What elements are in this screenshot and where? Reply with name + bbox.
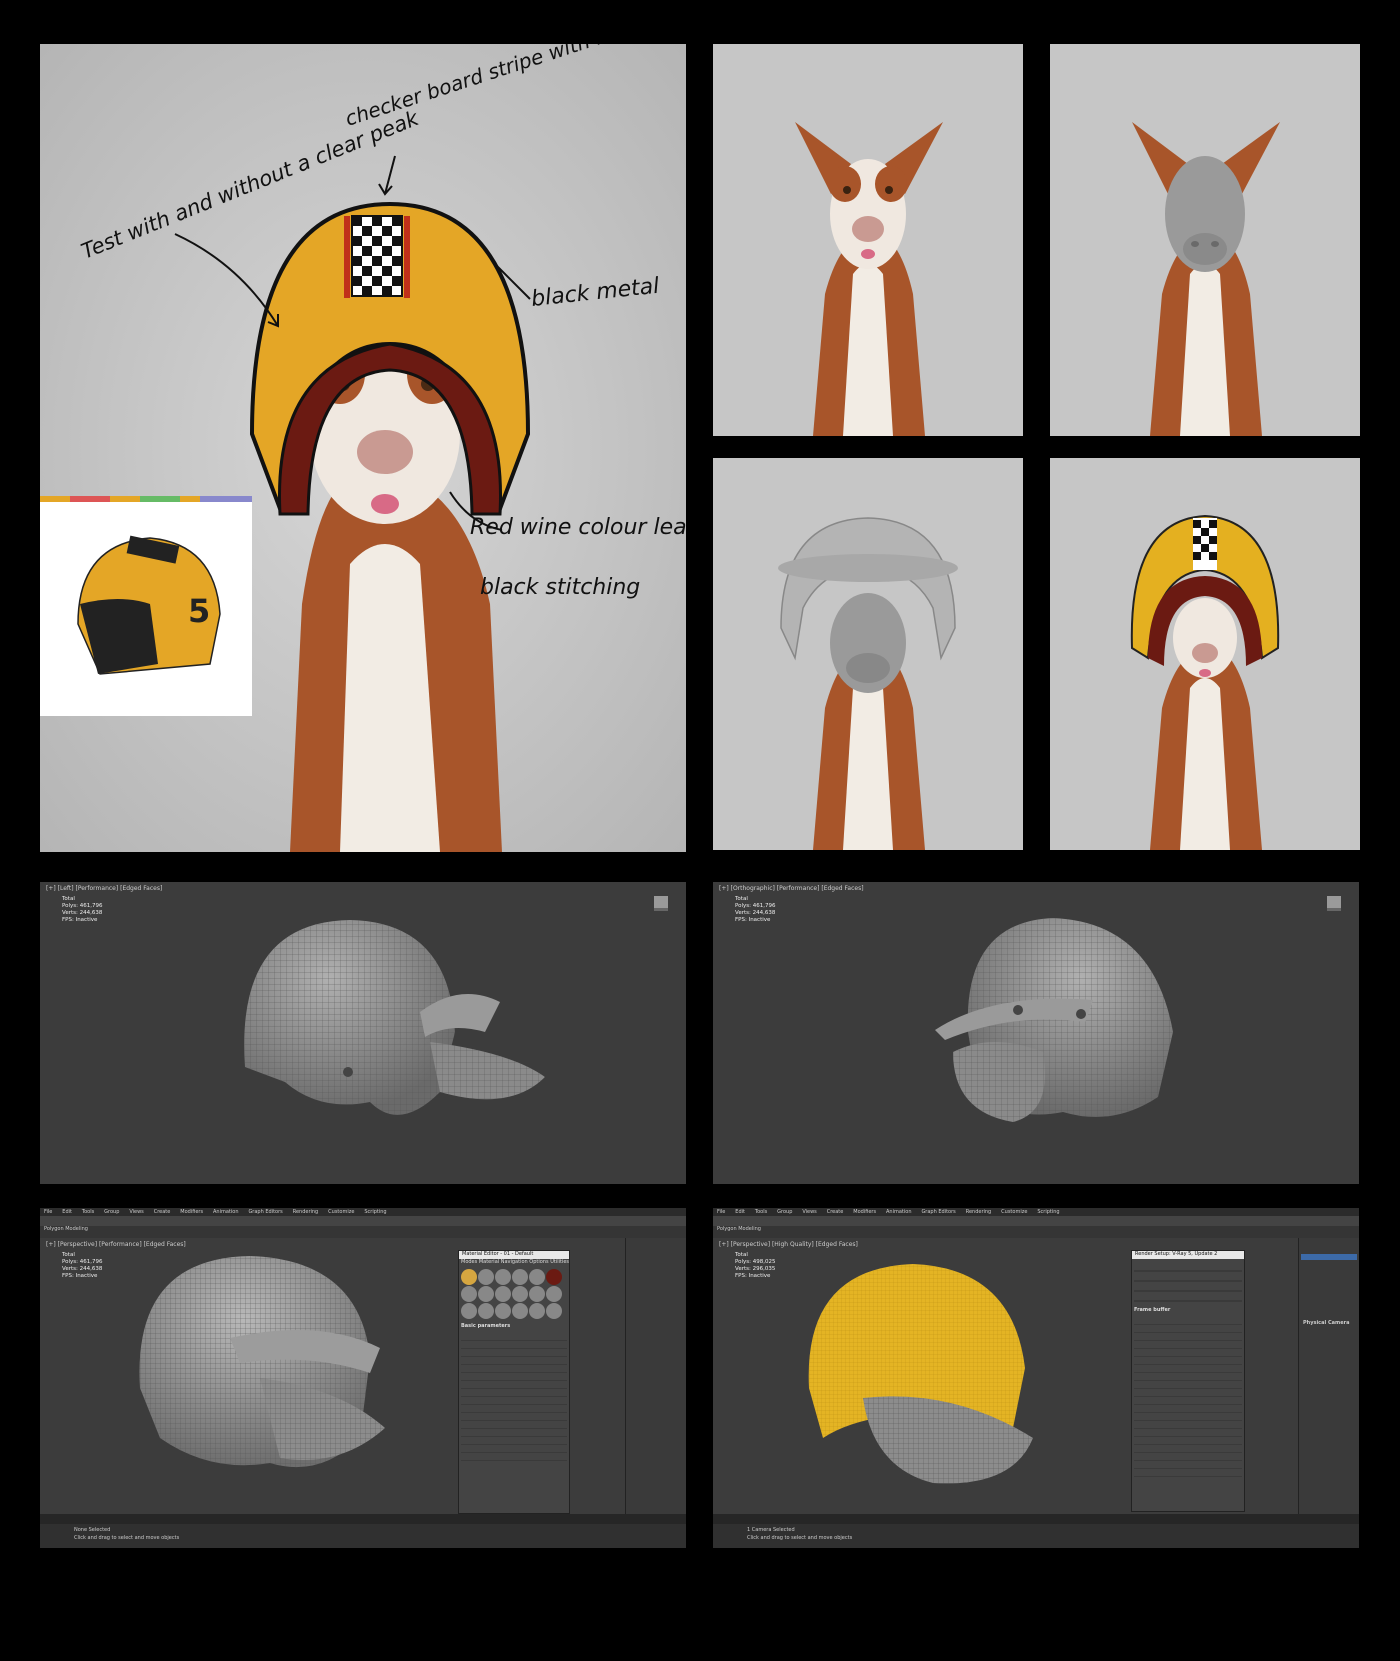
dog-photo-plain: [713, 44, 1023, 436]
render-target-rows[interactable]: [1134, 1262, 1242, 1302]
menu-tools[interactable]: Tools: [755, 1209, 767, 1215]
menu-file[interactable]: File: [717, 1209, 725, 1215]
concept-sketch-panel: Test with and without a clear peak check…: [40, 44, 686, 852]
editor-window-right: File Edit Tools Group Views Create Modif…: [713, 1208, 1359, 1548]
concept-sketch-art: Test with and without a clear peak check…: [40, 44, 686, 852]
menu-bar: File Edit Tools Group Views Create Modif…: [40, 1208, 686, 1216]
selection-status: None Selected: [74, 1527, 111, 1533]
menu-customize[interactable]: Customize: [1001, 1209, 1027, 1215]
menu-graph-editors[interactable]: Graph Editors: [921, 1209, 955, 1215]
menu-create[interactable]: Create: [827, 1209, 844, 1215]
command-panel[interactable]: [625, 1238, 686, 1514]
menu-animation[interactable]: Animation: [213, 1209, 239, 1215]
viewport-left[interactable]: [+] [Left] [Performance] [Edged Faces] T…: [40, 882, 686, 1184]
menu-file[interactable]: File: [44, 1209, 52, 1215]
selection-status: 1 Camera Selected: [747, 1527, 795, 1533]
dialog-tabs: Modes Material Navigation Options Utilit…: [461, 1259, 570, 1265]
menu-modifiers[interactable]: Modifiers: [180, 1209, 203, 1215]
menu-graph-editors[interactable]: Graph Editors: [248, 1209, 282, 1215]
prompt-hint: Click and drag to select and move object…: [74, 1535, 180, 1541]
menu-rendering[interactable]: Rendering: [966, 1209, 992, 1215]
status-bar: 1 Camera Selected Click and drag to sele…: [713, 1524, 1359, 1548]
menu-edit[interactable]: Edit: [735, 1209, 745, 1215]
menu-scripting[interactable]: Scripting: [1037, 1209, 1059, 1215]
menu-create[interactable]: Create: [154, 1209, 171, 1215]
dialog-title: Material Editor - 01 - Default: [459, 1251, 569, 1259]
checker-stripe: [344, 215, 410, 298]
section-header[interactable]: Basic parameters: [459, 1321, 569, 1331]
helmet-mesh-side: [244, 920, 545, 1115]
section-header[interactable]: Frame buffer: [1132, 1305, 1244, 1315]
menu-scripting[interactable]: Scripting: [364, 1209, 386, 1215]
material-slots[interactable]: [459, 1267, 569, 1321]
timeline[interactable]: [713, 1514, 1359, 1524]
main-toolbar[interactable]: [40, 1216, 686, 1226]
svg-text:5: 5: [188, 592, 210, 630]
main-toolbar[interactable]: [713, 1216, 1359, 1226]
prompt-hint: Click and drag to select and move object…: [747, 1535, 853, 1541]
material-editor-dialog[interactable]: Material Editor - 01 - Default Modes Mat…: [458, 1250, 570, 1514]
dog-photo-grey-helmet: [713, 458, 1023, 850]
parameter-rows[interactable]: [1134, 1317, 1242, 1477]
menu-customize[interactable]: Customize: [328, 1209, 354, 1215]
dog-photo-grey-head: [1050, 44, 1360, 436]
menu-tools[interactable]: Tools: [82, 1209, 94, 1215]
ribbon[interactable]: Polygon Modeling: [40, 1226, 686, 1238]
menu-modifiers[interactable]: Modifiers: [853, 1209, 876, 1215]
panel-section-title[interactable]: Physical Camera: [1299, 1260, 1359, 1326]
editor-window-left: File Edit Tools Group Views Create Modif…: [40, 1208, 686, 1548]
helmet-mesh-front: [935, 918, 1173, 1122]
dialog-title: Render Setup: V-Ray 5, Update 2: [1132, 1251, 1244, 1259]
menu-animation[interactable]: Animation: [886, 1209, 912, 1215]
render-setup-dialog[interactable]: Render Setup: V-Ray 5, Update 2 Frame bu…: [1131, 1250, 1245, 1512]
viewport-right[interactable]: [+] [Orthographic] [Performance] [Edged …: [713, 882, 1359, 1184]
command-panel[interactable]: Physical Camera: [1298, 1238, 1359, 1514]
menu-group[interactable]: Group: [104, 1209, 119, 1215]
ribbon[interactable]: Polygon Modeling: [713, 1226, 1359, 1238]
menu-edit[interactable]: Edit: [62, 1209, 72, 1215]
parameter-rows[interactable]: [461, 1333, 567, 1463]
annotation-stitching: black stitching: [480, 575, 640, 600]
annotation-leather: Red wine colour leather.: [470, 515, 686, 540]
dog-photo-yellow-helmet: [1050, 458, 1360, 850]
status-bar: None Selected Click and drag to select a…: [40, 1524, 686, 1548]
menu-views[interactable]: Views: [802, 1209, 816, 1215]
menu-views[interactable]: Views: [129, 1209, 143, 1215]
timeline[interactable]: [40, 1514, 686, 1524]
reference-helmet-photo: 5: [40, 496, 252, 716]
menu-rendering[interactable]: Rendering: [293, 1209, 319, 1215]
menu-group[interactable]: Group: [777, 1209, 792, 1215]
menu-bar: File Edit Tools Group Views Create Modif…: [713, 1208, 1359, 1216]
